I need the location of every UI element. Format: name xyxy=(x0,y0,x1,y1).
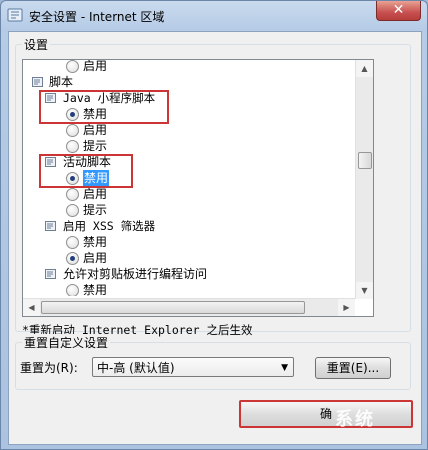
scroll-left-icon[interactable]: ◀ xyxy=(23,299,40,316)
reset-to-label: 重置为(R): xyxy=(20,361,78,375)
radio-button[interactable] xyxy=(66,236,79,249)
horizontal-scrollbar[interactable]: ◀ ▶ xyxy=(23,298,355,316)
scroll-down-icon[interactable]: ▼ xyxy=(356,282,373,299)
vertical-scroll-thumb[interactable] xyxy=(358,152,372,169)
radio-button[interactable] xyxy=(66,252,79,265)
reset-group-label: 重置自定义设置 xyxy=(22,334,111,351)
radio-button[interactable] xyxy=(66,124,79,137)
highlight-box-java-script xyxy=(39,90,169,124)
tree-item[interactable]: 启用 xyxy=(23,250,353,266)
radio-button[interactable] xyxy=(66,204,79,217)
tree-item[interactable]: 提示 xyxy=(23,138,353,154)
chevron-down-icon: ▼ xyxy=(281,363,288,373)
reset-custom-group: 重置自定义设置 重置为(R): 中-高 (默认值) ▼ 重置(E)... xyxy=(15,334,411,390)
reset-button[interactable]: 重置(E)... xyxy=(315,357,391,379)
shield-icon xyxy=(7,7,23,23)
settings-group-label: 设置 xyxy=(22,36,51,53)
ok-button[interactable]: 确 xyxy=(239,400,413,428)
script-settings-icon xyxy=(45,220,58,232)
radio-button[interactable] xyxy=(66,60,79,73)
tree-item[interactable]: 启用 xyxy=(23,186,353,202)
tree-item[interactable]: 启用 xyxy=(23,122,353,138)
close-button[interactable]: ✕ xyxy=(376,1,421,21)
watermark-text: 系统 xyxy=(335,409,375,430)
tree-item[interactable]: 启用 xyxy=(23,60,353,74)
radio-button[interactable] xyxy=(66,284,79,296)
script-settings-icon xyxy=(45,268,58,280)
radio-button[interactable] xyxy=(66,188,79,201)
security-settings-window: 安全设置 - Internet 区域 ✕ 设置 启用 脚本 Java 小程序脚本… xyxy=(0,0,428,450)
title-bar[interactable]: 安全设置 - Internet 区域 ✕ xyxy=(1,1,427,31)
dialog-body: 设置 启用 脚本 Java 小程序脚本 禁用 启用 提示 活动脚本 禁用 启用 … xyxy=(8,31,422,445)
reset-level-value: 中-高 (默认值) xyxy=(97,361,175,375)
tree-setting: 启用 XSS 筛选器 xyxy=(23,218,353,234)
horizontal-scroll-thumb[interactable] xyxy=(41,301,305,314)
tree-setting: 允许对剪贴板进行编程访问 xyxy=(23,266,353,282)
tree-item[interactable]: 禁用 xyxy=(23,234,353,250)
settings-tree[interactable]: 启用 脚本 Java 小程序脚本 禁用 启用 提示 活动脚本 禁用 启用 提示 … xyxy=(22,59,374,317)
reset-level-select[interactable]: 中-高 (默认值) ▼ xyxy=(92,357,294,377)
radio-button[interactable] xyxy=(66,140,79,153)
tree-category: 脚本 xyxy=(23,74,353,90)
window-title: 安全设置 - Internet 区域 xyxy=(29,10,165,24)
tree-item[interactable]: 提示 xyxy=(23,202,353,218)
scroll-up-icon[interactable]: ▲ xyxy=(356,60,373,77)
settings-group: 设置 启用 脚本 Java 小程序脚本 禁用 启用 提示 活动脚本 禁用 启用 … xyxy=(15,36,411,337)
script-settings-icon xyxy=(32,76,45,88)
vertical-scrollbar[interactable]: ▲ ▼ xyxy=(355,60,373,299)
highlight-box-active-script xyxy=(39,154,133,188)
tree-item[interactable]: 禁用 xyxy=(23,282,353,296)
scroll-right-icon[interactable]: ▶ xyxy=(338,299,355,316)
